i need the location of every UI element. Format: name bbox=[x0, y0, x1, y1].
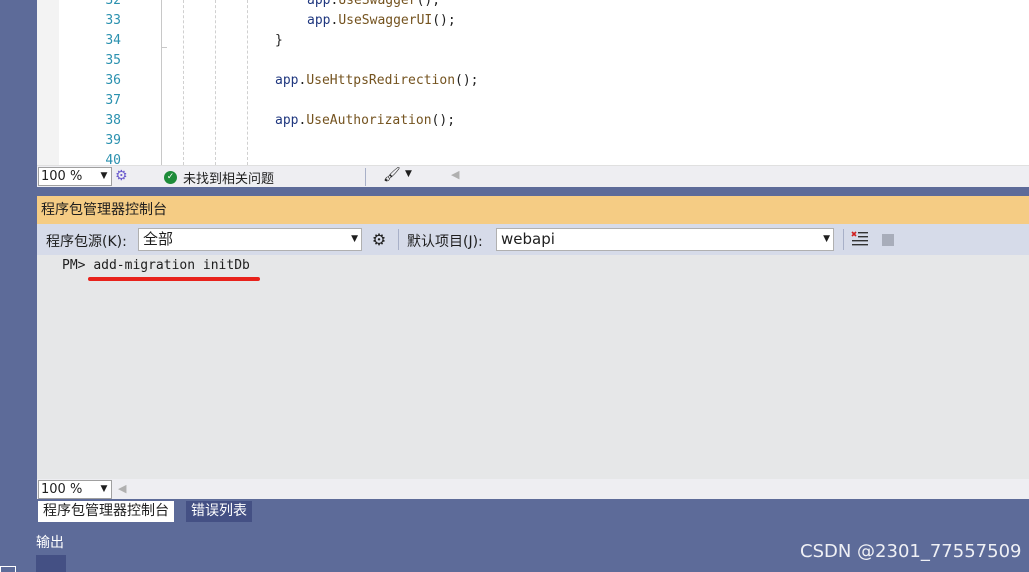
code-punctuation: (); bbox=[416, 0, 441, 8]
code-punctuation: (); bbox=[431, 113, 456, 128]
code-line[interactable]: 36 app.UseHttpsRedirection(); bbox=[59, 71, 1029, 91]
copilot-icon[interactable]: ⚙ bbox=[115, 168, 128, 184]
code-line[interactable]: 33 app.UseSwaggerUI(); bbox=[59, 11, 1029, 31]
scroll-left-icon[interactable]: ◀ bbox=[118, 482, 126, 495]
code-line[interactable]: 39 bbox=[59, 131, 1029, 151]
line-number: 38 bbox=[105, 113, 121, 128]
fold-end-marker bbox=[161, 47, 167, 48]
code-line[interactable]: 35 bbox=[59, 51, 1029, 71]
left-dock-strip bbox=[0, 0, 37, 572]
toolbar-separator bbox=[398, 229, 399, 250]
code-line[interactable]: 32 app.UseSwagger(); bbox=[59, 0, 1029, 11]
code-editor[interactable]: 32 app.UseSwagger(); 33 app.UseSwaggerUI();… bbox=[37, 0, 1029, 165]
default-project-select[interactable]: webapi ▼ bbox=[496, 228, 834, 251]
default-project-value: webapi bbox=[501, 230, 555, 248]
watermark: CSDN @2301_77557509 bbox=[800, 541, 1022, 562]
chevron-down-icon[interactable]: ▼ bbox=[405, 169, 412, 179]
editor-margin bbox=[37, 0, 59, 165]
code-text: } bbox=[275, 31, 283, 51]
package-source-select[interactable]: 全部 ▼ bbox=[138, 228, 362, 251]
console-prompt-line: PM> add-migration initDb bbox=[62, 258, 250, 273]
code-punctuation: (); bbox=[455, 73, 479, 88]
toolbar-separator bbox=[843, 229, 844, 250]
line-number: 36 bbox=[105, 73, 121, 88]
code-line[interactable]: 40 bbox=[59, 151, 1029, 165]
output-tab-indicator bbox=[36, 555, 66, 572]
code-punctuation: (); bbox=[432, 13, 456, 28]
chevron-down-icon[interactable]: ▼ bbox=[97, 481, 111, 498]
console-zoom-value: 100 % bbox=[41, 482, 83, 497]
line-number: 32 bbox=[105, 0, 121, 8]
console-prompt: PM> bbox=[62, 258, 86, 273]
settings-gear-icon[interactable]: ⚙ bbox=[368, 229, 390, 250]
line-number: 39 bbox=[105, 133, 121, 148]
panel-divider[interactable] bbox=[37, 187, 1029, 196]
tool-window-title[interactable]: 程序包管理器控制台 bbox=[37, 196, 1029, 224]
code-identifier: app bbox=[275, 73, 299, 88]
window-corner-icon bbox=[0, 566, 16, 572]
line-number: 35 bbox=[105, 53, 121, 68]
package-source-label: 程序包源(K): bbox=[46, 234, 127, 250]
code-identifier: app bbox=[275, 113, 299, 128]
code-line[interactable]: 37 bbox=[59, 91, 1029, 111]
code-method: UseSwaggerUI bbox=[338, 13, 433, 28]
code-method: UseAuthorization bbox=[306, 113, 432, 128]
output-tab[interactable]: 输出 bbox=[36, 532, 64, 552]
issues-status-text: 未找到相关问题 bbox=[183, 171, 275, 187]
code-identifier: app bbox=[307, 0, 331, 8]
console-zoom-combo[interactable]: 100 % ▼ bbox=[38, 480, 112, 499]
console-status-bar: 100 % ▼ ◀ bbox=[37, 479, 1029, 499]
code-text: app.UseHttpsRedirection(); bbox=[275, 73, 479, 88]
package-source-value: 全部 bbox=[143, 230, 174, 248]
editor-zoom-combo[interactable]: 100 % ▼ bbox=[38, 167, 112, 186]
code-method: UseHttpsRedirection bbox=[306, 73, 456, 88]
code-line[interactable]: 34} bbox=[59, 31, 1029, 51]
chevron-down-icon[interactable]: ▼ bbox=[823, 229, 830, 250]
chevron-down-icon[interactable]: ▼ bbox=[97, 168, 111, 185]
toolbar-separator bbox=[365, 168, 366, 186]
tab-error-list[interactable]: 错误列表 bbox=[186, 501, 252, 522]
default-project-label: 默认项目(J): bbox=[407, 234, 483, 250]
red-underline-annotation bbox=[88, 277, 260, 281]
code-text: app.UseSwaggerUI(); bbox=[307, 13, 456, 28]
clear-console-icon[interactable] bbox=[849, 229, 871, 250]
code-text: app.UseSwagger(); bbox=[307, 0, 440, 11]
line-number: 33 bbox=[105, 13, 121, 28]
code-method: UseSwagger bbox=[338, 0, 417, 8]
code-text: app.UseAuthorization(); bbox=[275, 113, 456, 128]
tab-package-manager-console[interactable]: 程序包管理器控制台 bbox=[38, 501, 174, 522]
console-command: add-migration initDb bbox=[93, 258, 250, 273]
code-line[interactable]: 38 app.UseAuthorization(); bbox=[59, 111, 1029, 131]
line-number: 34 bbox=[105, 33, 121, 48]
issues-indicator[interactable]: ✓ 未找到相关问题 bbox=[164, 168, 275, 187]
tool-window-tabs: 程序包管理器控制台 错误列表 bbox=[37, 499, 1029, 522]
code-identifier: app bbox=[307, 13, 331, 28]
code-cleanup-icon[interactable]: 🖌 bbox=[383, 167, 401, 183]
console-output[interactable]: PM> add-migration initDb bbox=[37, 255, 1029, 479]
line-number: 40 bbox=[105, 153, 121, 165]
chevron-down-icon[interactable]: ▼ bbox=[351, 229, 358, 250]
stop-icon[interactable] bbox=[882, 234, 894, 246]
line-number: 37 bbox=[105, 93, 121, 108]
code-punctuation: } bbox=[275, 33, 283, 48]
editor-status-bar: 100 % ▼ ⚙ ✓ 未找到相关问题 🖌 ▼ ◀ bbox=[37, 165, 1029, 187]
pmc-toolbar: 程序包源(K): 全部 ▼ ⚙ 默认项目(J): webapi ▼ bbox=[37, 224, 1029, 255]
check-circle-icon: ✓ bbox=[164, 170, 177, 184]
scroll-left-icon[interactable]: ◀ bbox=[451, 168, 459, 181]
editor-zoom-value: 100 % bbox=[41, 169, 83, 184]
